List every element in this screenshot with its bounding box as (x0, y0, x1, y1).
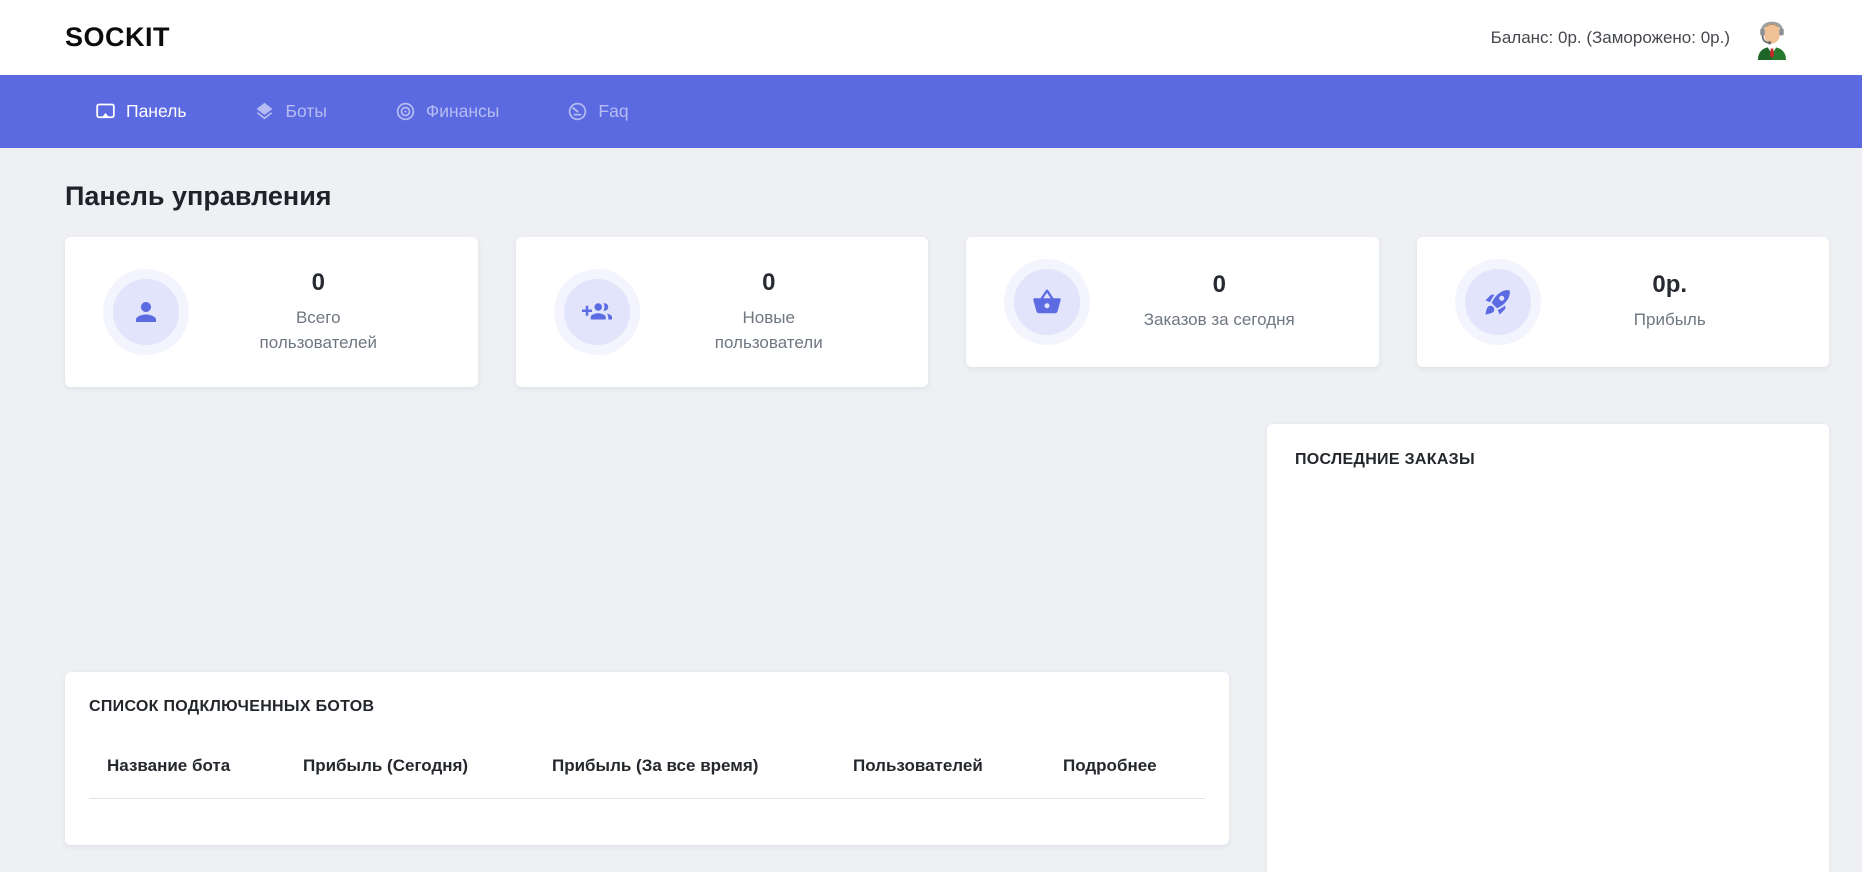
stats-row: 0 Всего пользователей 0 Новые пользовате… (65, 237, 1829, 387)
basket-icon (1032, 287, 1062, 317)
balance-text: Баланс: 0р. (Заморожено: 0р.) (1491, 28, 1730, 48)
monitor-icon (95, 101, 116, 122)
stat-icon-circle (1014, 269, 1080, 335)
main-nav: Панель Боты Финансы Faq (0, 75, 1862, 148)
stat-value: 0 (312, 269, 325, 297)
stat-icon-circle (113, 279, 179, 345)
stat-value: 0 (762, 269, 775, 297)
bots-panel-title: СПИСОК ПОДКЛЮЧЕННЫХ БОТОВ (89, 698, 1205, 716)
nav-item-bots[interactable]: Боты (254, 101, 326, 122)
target-icon (395, 101, 416, 122)
gauge-icon (567, 101, 588, 122)
stat-label: Всего пользователей (241, 306, 396, 355)
page-title: Панель управления (65, 181, 1829, 212)
nav-item-faq[interactable]: Faq (567, 101, 628, 122)
column-header-details: Подробнее (1063, 756, 1205, 776)
nav-item-panel[interactable]: Панель (95, 101, 186, 122)
person-add-icon (582, 297, 612, 327)
stat-label: Новые пользователи (691, 306, 846, 355)
nav-item-label: Панель (126, 101, 186, 122)
stat-icon-circle (564, 279, 630, 345)
app-logo[interactable]: SOCKIT (65, 22, 170, 53)
nav-item-label: Faq (598, 101, 628, 122)
stat-value: 0 (1213, 271, 1226, 299)
stat-label: Прибыль (1634, 308, 1706, 333)
lower-row: СПИСОК ПОДКЛЮЧЕННЫХ БОТОВ Название бота … (65, 424, 1829, 872)
connected-bots-panel: СПИСОК ПОДКЛЮЧЕННЫХ БОТОВ Название бота … (65, 672, 1229, 845)
nav-item-label: Боты (285, 101, 326, 122)
column-header-bot-name: Название бота (89, 756, 303, 776)
layers-icon (254, 101, 275, 122)
table-divider (89, 798, 1205, 799)
orders-panel-title: ПОСЛЕДНИЕ ЗАКАЗЫ (1295, 451, 1801, 469)
main-content: Панель управления 0 Всего пользователей … (0, 148, 1862, 872)
bots-table: Название бота Прибыль (Сегодня) Прибыль … (89, 756, 1205, 799)
stat-value: 0р. (1652, 271, 1687, 299)
person-icon (131, 297, 161, 327)
stat-card-orders-today: 0 Заказов за сегодня (966, 237, 1379, 367)
stat-card-profit: 0р. Прибыль (1417, 237, 1830, 367)
bots-table-header-row: Название бота Прибыль (Сегодня) Прибыль … (89, 756, 1205, 776)
nav-item-finance[interactable]: Финансы (395, 101, 499, 122)
support-agent-avatar[interactable] (1752, 16, 1792, 60)
nav-item-label: Финансы (426, 101, 499, 122)
stat-icon-circle (1465, 269, 1531, 335)
top-header: SOCKIT Баланс: 0р. (Заморожено: 0р.) (0, 0, 1862, 75)
latest-orders-panel: ПОСЛЕДНИЕ ЗАКАЗЫ (1267, 424, 1829, 872)
rocket-icon (1483, 287, 1513, 317)
column-header-profit-today: Прибыль (Сегодня) (303, 756, 552, 776)
stat-card-new-users: 0 Новые пользователи (516, 237, 929, 387)
stat-label: Заказов за сегодня (1144, 308, 1295, 333)
column-header-profit-total: Прибыль (За все время) (552, 756, 853, 776)
column-header-users: Пользователей (853, 756, 1063, 776)
stat-card-total-users: 0 Всего пользователей (65, 237, 478, 387)
